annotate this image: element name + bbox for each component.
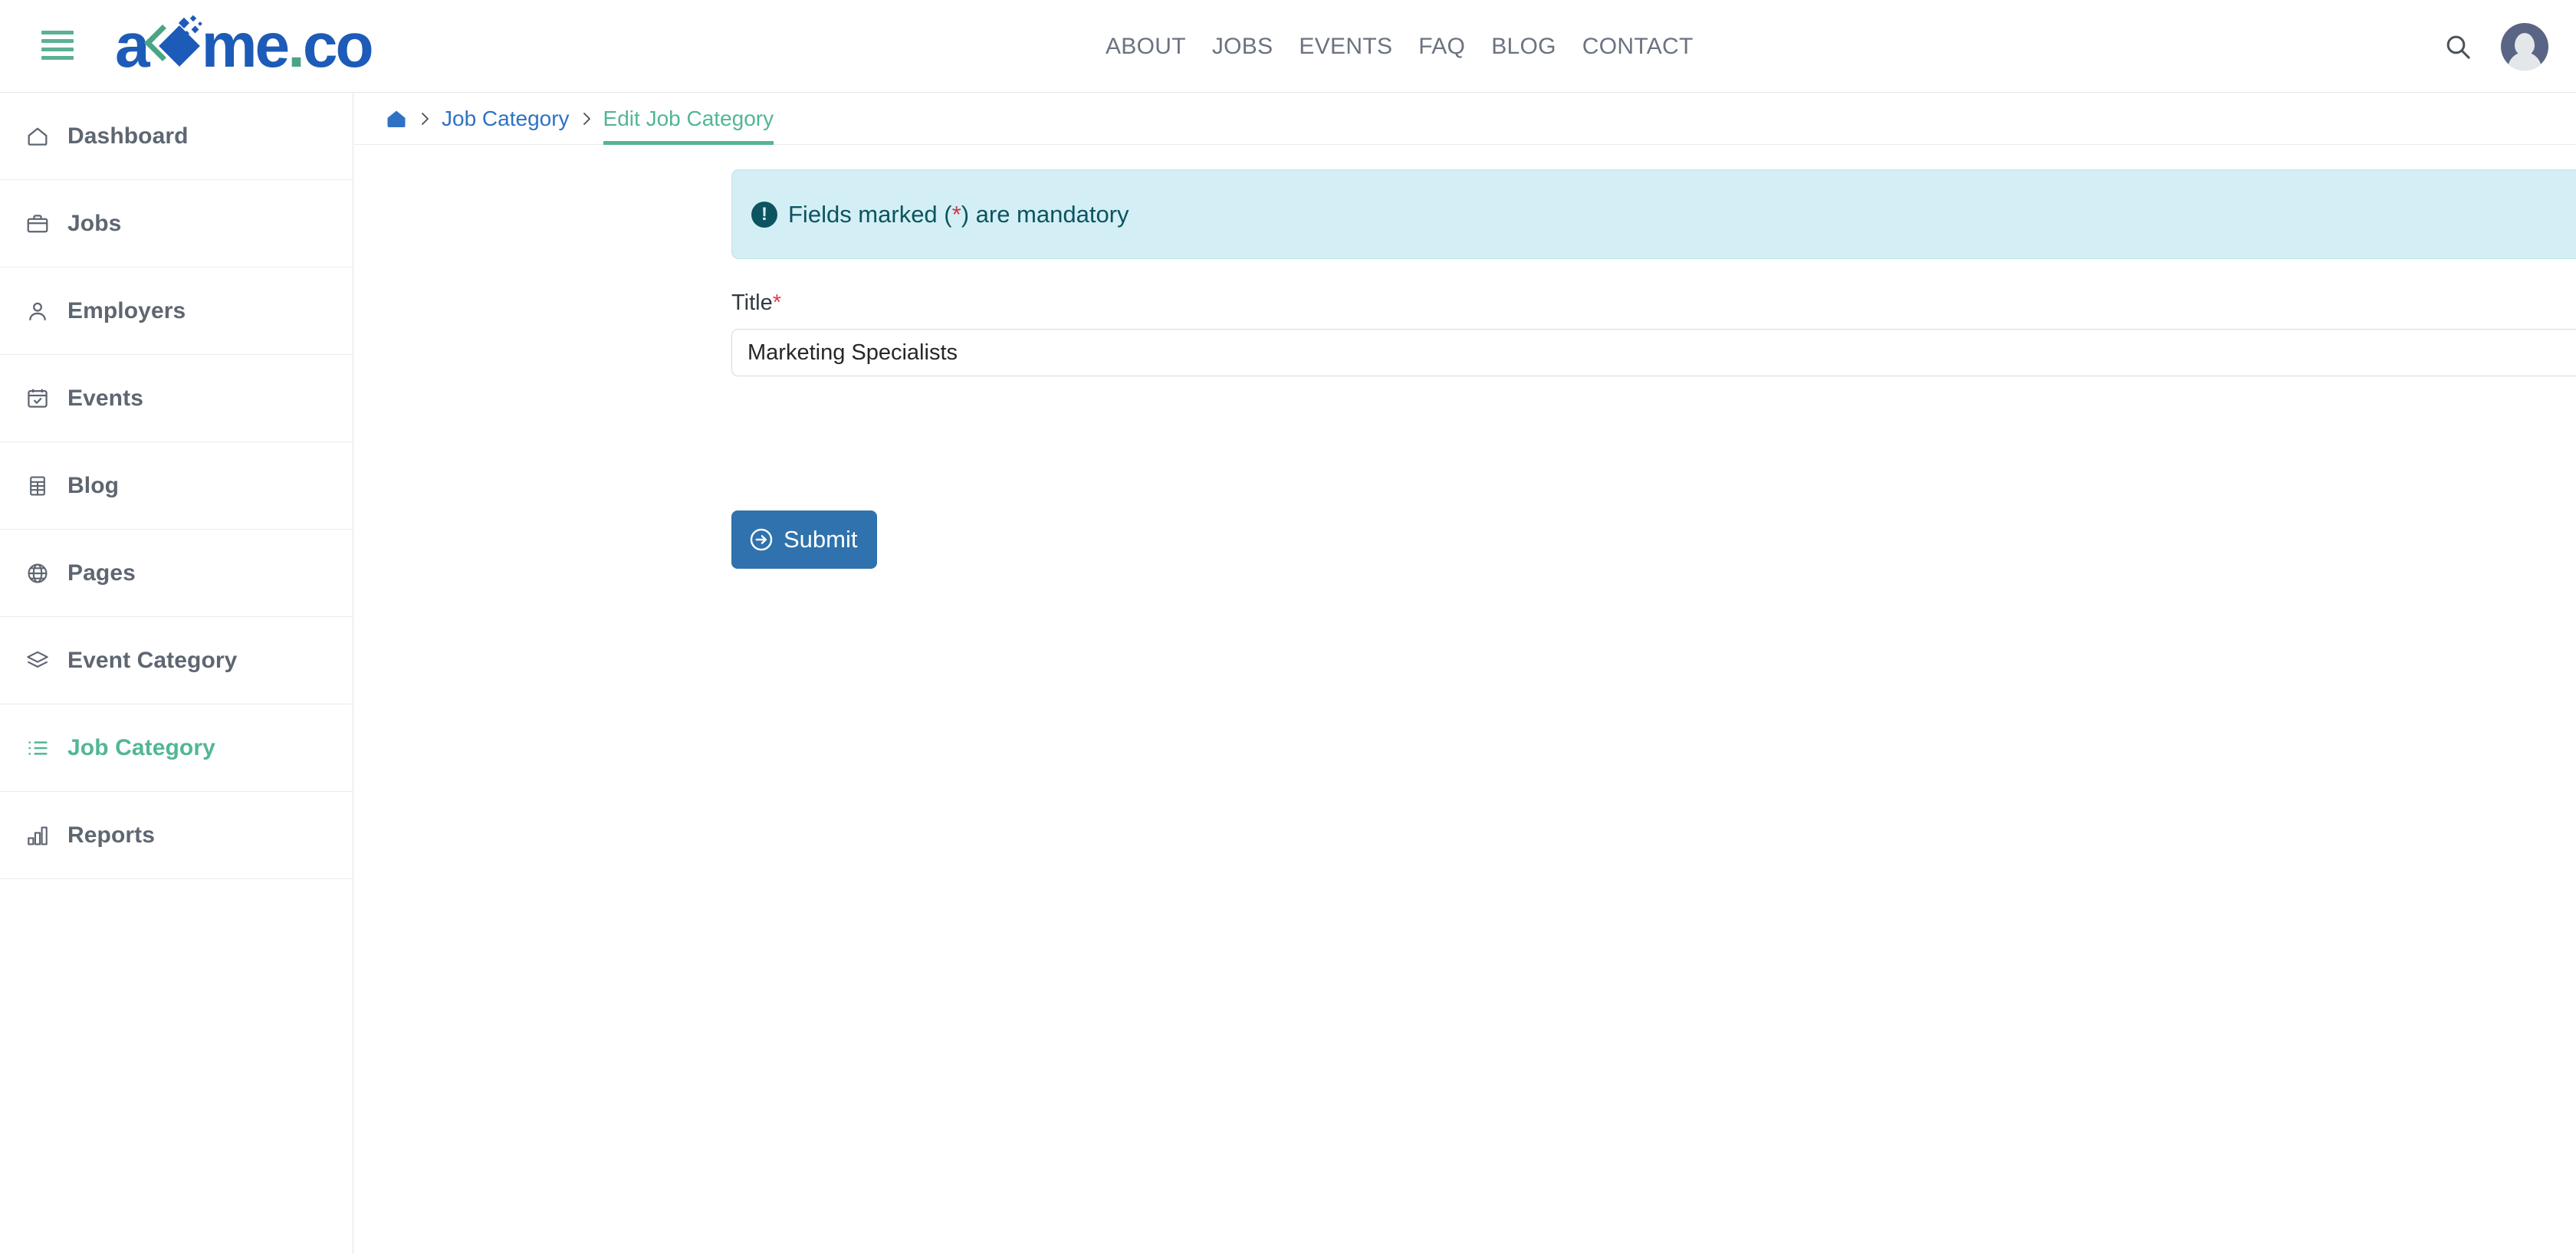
sidebar-item-employers[interactable]: Employers bbox=[0, 268, 353, 355]
hamburger-line bbox=[41, 56, 74, 60]
exclamation-icon: ! bbox=[751, 201, 777, 228]
user-avatar[interactable] bbox=[2501, 22, 2548, 71]
mandatory-fields-alert: ! Fields marked (*) are mandatory bbox=[731, 169, 2576, 259]
sidebar-item-events[interactable]: Events bbox=[0, 355, 353, 442]
home-icon bbox=[25, 123, 51, 149]
logo-dot: . bbox=[288, 11, 305, 80]
title-label-text: Title bbox=[731, 291, 773, 315]
nav-item-contact[interactable]: CONTACT bbox=[1569, 34, 1707, 60]
nav-item-faq[interactable]: FAQ bbox=[1405, 34, 1478, 60]
breadcrumb-separator-icon bbox=[570, 110, 603, 128]
alert-required-marker: * bbox=[951, 200, 961, 228]
breadcrumb-item-edit-job-category: Edit Job Category bbox=[603, 93, 774, 145]
logo-sparkle bbox=[191, 25, 199, 34]
sidebar-item-label: Event Category bbox=[67, 647, 238, 673]
submit-button-label: Submit bbox=[784, 526, 858, 553]
header-actions bbox=[2443, 0, 2548, 93]
sidebar-item-job-category[interactable]: Job Category bbox=[0, 704, 353, 792]
logo-letter-a: a bbox=[115, 11, 150, 80]
briefcase-icon bbox=[25, 211, 51, 237]
submit-button[interactable]: Submit bbox=[731, 510, 878, 569]
menu-toggle-button[interactable] bbox=[41, 31, 74, 60]
sidebar-item-event-category[interactable]: Event Category bbox=[0, 617, 353, 704]
search-icon[interactable] bbox=[2443, 31, 2473, 62]
sidebar-item-blog[interactable]: Blog bbox=[0, 442, 353, 530]
calendar-icon bbox=[25, 386, 51, 412]
bar-chart-icon bbox=[25, 822, 51, 849]
sidebar-item-dashboard[interactable]: Dashboard bbox=[0, 93, 353, 180]
sidebar: Dashboard Jobs Employers Events Blog Pag… bbox=[0, 93, 353, 1254]
logo-sparkle bbox=[189, 15, 196, 22]
nav-item-events[interactable]: EVENTS bbox=[1286, 34, 1405, 60]
nav-item-about[interactable]: ABOUT bbox=[1092, 34, 1199, 60]
nav-item-blog[interactable]: BLOG bbox=[1478, 34, 1569, 60]
alert-message: Fields marked (*) are mandatory bbox=[788, 201, 1129, 228]
sidebar-item-label: Pages bbox=[67, 560, 136, 586]
layers-icon bbox=[25, 648, 51, 674]
top-header: a me . co ABOUT JOBS EVENTS FAQ BLOG CON… bbox=[0, 0, 2576, 93]
sidebar-item-pages[interactable]: Pages bbox=[0, 530, 353, 617]
hamburger-line bbox=[41, 39, 74, 43]
sidebar-item-jobs[interactable]: Jobs bbox=[0, 180, 353, 268]
sidebar-item-label: Employers bbox=[67, 297, 186, 323]
globe-icon bbox=[25, 560, 51, 586]
arrow-right-circle-icon bbox=[748, 527, 774, 553]
title-field-group: Title* bbox=[731, 291, 2576, 376]
sidebar-item-reports[interactable]: Reports bbox=[0, 792, 353, 879]
avatar-body-shape bbox=[2508, 51, 2542, 71]
sidebar-item-label: Blog bbox=[67, 472, 120, 498]
main-navigation: ABOUT JOBS EVENTS FAQ BLOG CONTACT bbox=[1092, 0, 1707, 93]
logo-sparkle bbox=[197, 21, 202, 26]
alert-text-suffix: ) are mandatory bbox=[961, 200, 1129, 228]
logo-diamond-mark bbox=[143, 15, 205, 77]
exclamation-glyph: ! bbox=[761, 203, 767, 225]
hamburger-line bbox=[41, 31, 74, 34]
sidebar-item-label: Job Category bbox=[67, 734, 215, 760]
title-field-label: Title* bbox=[731, 291, 2576, 316]
logo-text-co: co bbox=[302, 11, 374, 80]
user-icon bbox=[25, 298, 51, 324]
sidebar-item-label: Reports bbox=[67, 822, 156, 848]
breadcrumb: Job Category Edit Job Category bbox=[354, 93, 2576, 145]
site-logo[interactable]: a me . co bbox=[115, 11, 374, 81]
main-content: Job Category Edit Job Category ! Fields … bbox=[354, 93, 2576, 1254]
hamburger-line bbox=[41, 48, 74, 51]
sidebar-item-label: Dashboard bbox=[67, 123, 189, 149]
breadcrumb-home-icon[interactable] bbox=[385, 107, 408, 130]
nav-item-jobs[interactable]: JOBS bbox=[1199, 34, 1286, 60]
logo-text-me: me bbox=[201, 11, 291, 80]
required-asterisk: * bbox=[772, 291, 782, 315]
sidebar-item-label: Events bbox=[67, 385, 143, 411]
breadcrumb-separator-icon bbox=[408, 110, 442, 128]
breadcrumb-item-job-category[interactable]: Job Category bbox=[442, 107, 570, 131]
table-icon bbox=[25, 473, 51, 499]
alert-text-prefix: Fields marked ( bbox=[788, 200, 952, 228]
list-icon bbox=[25, 735, 51, 761]
title-input[interactable] bbox=[731, 329, 2576, 376]
sidebar-item-label: Jobs bbox=[67, 210, 122, 236]
